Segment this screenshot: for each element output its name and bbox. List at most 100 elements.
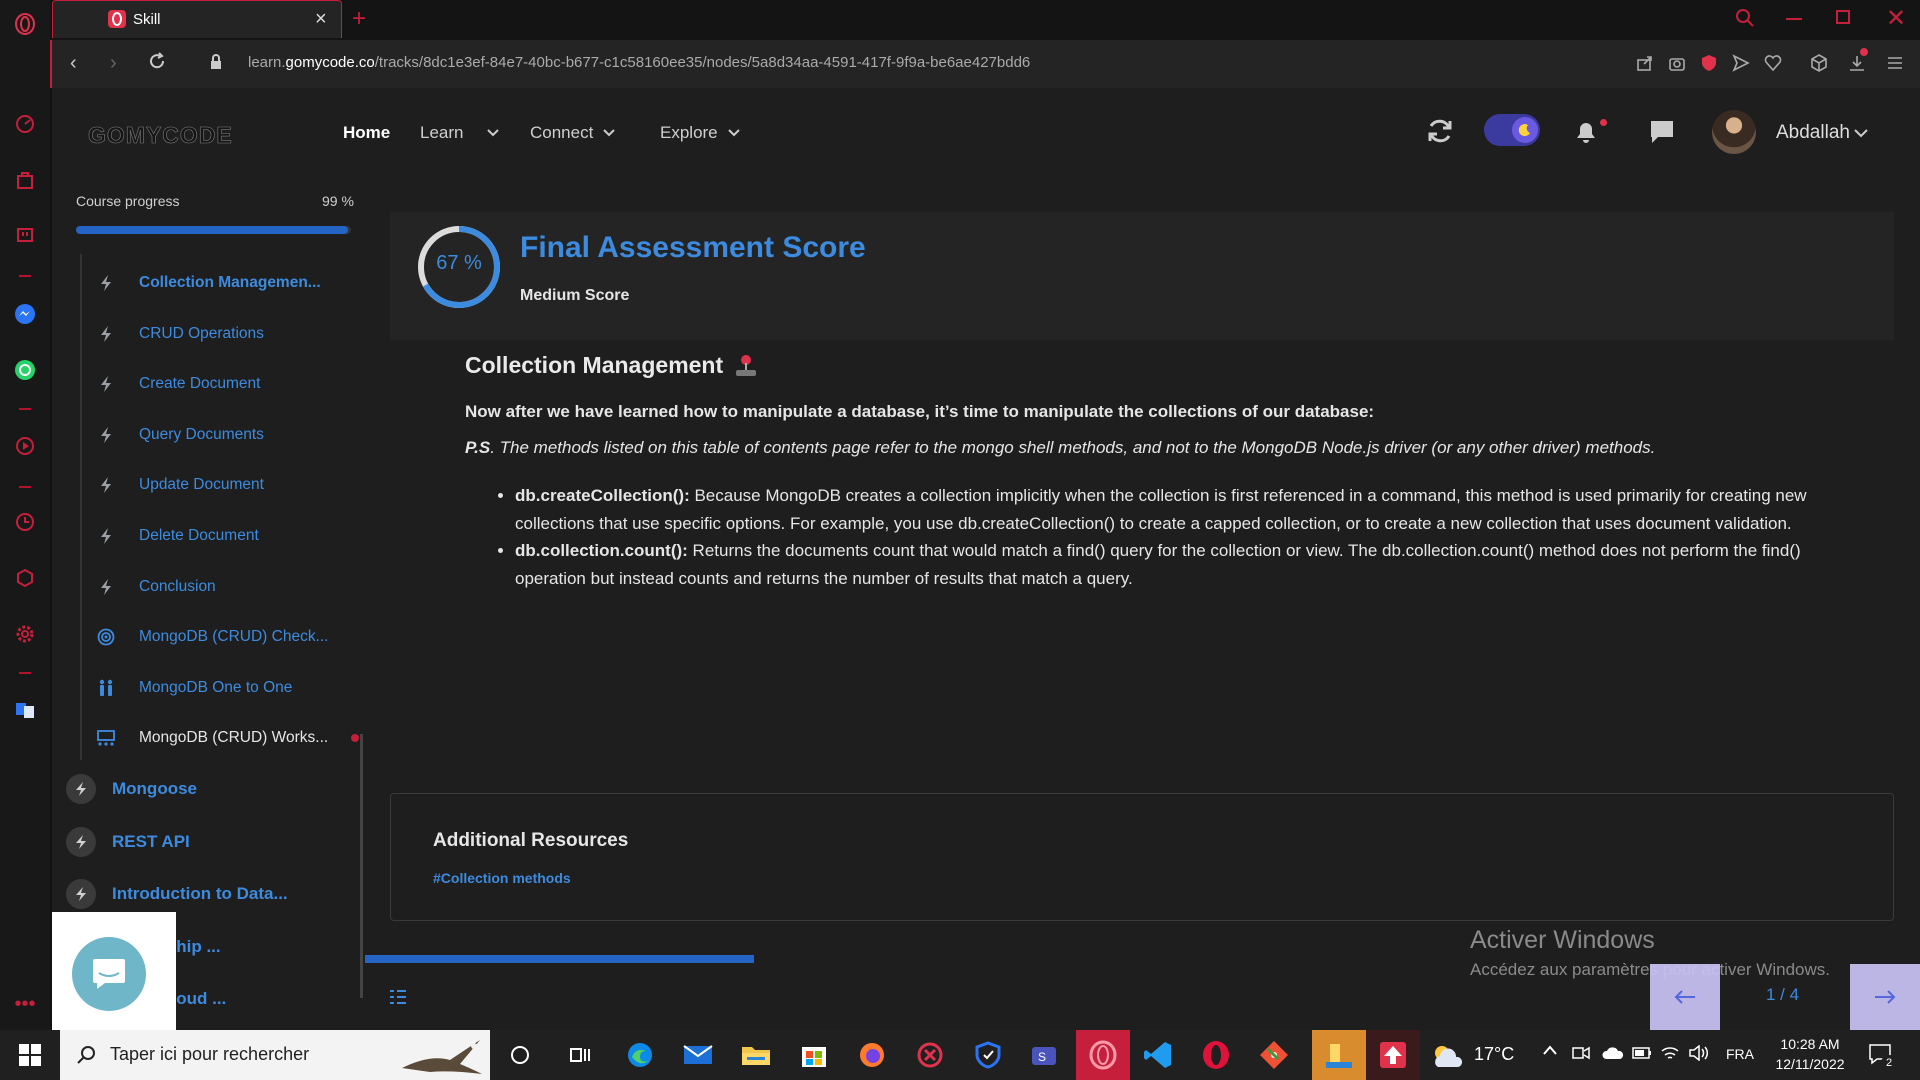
task-view-icon[interactable] <box>562 1037 598 1073</box>
sidebar-scrollbar[interactable] <box>360 734 363 998</box>
url-field[interactable]: learn.gomycode.co/tracks/8dc1e3ef-84e7-4… <box>248 54 1030 71</box>
mail-icon[interactable] <box>680 1037 716 1073</box>
sidebar-lesson-label: Conclusion <box>139 577 216 595</box>
messenger-icon[interactable] <box>13 302 37 326</box>
sidebar-chapter-item[interactable]: Introduction to Data... <box>66 879 288 910</box>
search-tabs-icon[interactable] <box>1735 8 1755 28</box>
settings-icon[interactable] <box>13 622 37 646</box>
twitch-icon[interactable] <box>13 224 37 248</box>
weather-temp[interactable]: 17°C <box>1474 1044 1514 1065</box>
whatsapp-icon[interactable] <box>13 358 37 382</box>
teams-icon[interactable]: S <box>1026 1037 1062 1073</box>
next-button[interactable] <box>1850 964 1920 1030</box>
sidebar-lesson-item[interactable]: Delete Document <box>95 521 259 551</box>
sidebar-lesson-item[interactable]: CRUD Operations <box>95 319 264 349</box>
taskbar-search-box[interactable]: Taper ici pour rechercher <box>60 1030 490 1080</box>
file-explorer-icon[interactable] <box>738 1037 774 1073</box>
course-progress-value: 99 % <box>322 193 354 209</box>
gomycode-logo[interactable]: GOMYCODE <box>88 122 233 149</box>
sidebar-chapter-item[interactable]: Mongoose <box>66 774 197 804</box>
input-language[interactable]: FRA <box>1726 1046 1754 1062</box>
weather-cloud-icon[interactable] <box>1430 1043 1464 1069</box>
microsoft-store-icon[interactable] <box>796 1037 832 1073</box>
more-icon[interactable]: ••• <box>13 992 37 1016</box>
close-tab-icon[interactable]: × <box>315 9 327 29</box>
vscode-icon[interactable] <box>1140 1037 1176 1073</box>
edge-icon[interactable] <box>622 1037 658 1073</box>
translator-icon[interactable] <box>13 698 37 722</box>
git-icon[interactable] <box>1256 1037 1292 1073</box>
list-item: db.collection.count(): Returns the docum… <box>515 537 1815 592</box>
lesson-tree-line <box>80 254 82 760</box>
method-description: Returns the documents count that would m… <box>515 541 1801 588</box>
sidebar-chapter-label: REST API <box>112 831 190 851</box>
nav-learn[interactable]: Learn <box>420 123 500 143</box>
forward-icon[interactable]: › <box>110 52 117 75</box>
cube-icon[interactable] <box>1810 54 1828 72</box>
nav-connect[interactable]: Connect <box>530 123 616 143</box>
show-hidden-icons[interactable] <box>1542 1044 1558 1056</box>
support-chat-button[interactable] <box>72 937 146 1011</box>
resource-link[interactable]: #Collection methods <box>433 870 571 886</box>
upload-app-taskbar-active[interactable] <box>1366 1030 1420 1080</box>
speed-dial-icon[interactable] <box>13 112 37 136</box>
sidebar-lesson-item[interactable]: MongoDB (CRUD) Works... <box>95 723 328 753</box>
sidebar-lesson-item[interactable]: Conclusion <box>95 572 216 602</box>
download-icon[interactable] <box>1848 54 1866 72</box>
vpn-shield-icon[interactable] <box>970 1037 1006 1073</box>
wifi-icon[interactable] <box>1660 1044 1680 1062</box>
antivirus-icon[interactable] <box>912 1037 948 1073</box>
chat-icon[interactable] <box>1648 118 1676 146</box>
sidebar-lesson-item[interactable]: Update Document <box>95 470 264 500</box>
file-manager-taskbar-active[interactable] <box>1312 1030 1366 1080</box>
nav-home[interactable]: Home <box>343 123 390 143</box>
opera-icon[interactable] <box>1198 1037 1234 1073</box>
adblock-icon[interactable] <box>1700 54 1718 72</box>
player-icon[interactable] <box>13 434 37 458</box>
meet-now-icon[interactable] <box>1572 1045 1590 1061</box>
sidebar-separator <box>19 486 31 488</box>
sidebar-lesson-item[interactable]: MongoDB One to One <box>95 673 292 703</box>
cortana-icon[interactable] <box>502 1037 538 1073</box>
sidebar-lesson-item[interactable]: Create Document <box>95 369 260 399</box>
close-window-icon[interactable]: ✕ <box>1886 4 1906 33</box>
sidebar-lesson-item[interactable]: MongoDB (CRUD) Check... <box>95 622 329 652</box>
sync-icon[interactable] <box>1426 117 1454 145</box>
clock[interactable]: 10:28 AM 12/11/2022 <box>1770 1034 1850 1074</box>
battery-icon[interactable] <box>1632 1046 1652 1060</box>
minimize-icon[interactable] <box>1786 18 1802 20</box>
sidebar-lesson-label: Update Document <box>139 476 264 494</box>
table-of-contents-icon[interactable] <box>388 988 408 1006</box>
onedrive-icon[interactable] <box>1602 1046 1624 1060</box>
dark-mode-toggle[interactable] <box>1484 114 1540 146</box>
opera-gx-taskbar-active[interactable] <box>1076 1030 1130 1080</box>
lock-icon[interactable] <box>210 54 222 70</box>
moon-icon <box>1512 117 1538 143</box>
tab-active[interactable]: Skill × <box>52 0 342 38</box>
history-icon[interactable] <box>13 510 37 534</box>
search-placeholder: Taper ici pour rechercher <box>110 1044 310 1064</box>
volume-icon[interactable] <box>1688 1045 1710 1061</box>
avatar[interactable] <box>1712 110 1756 154</box>
heart-icon[interactable] <box>1764 54 1782 72</box>
previous-button[interactable] <box>1650 964 1720 1030</box>
easy-setup-icon[interactable] <box>1886 54 1904 72</box>
reload-icon[interactable] <box>148 52 166 70</box>
shopping-bag-icon[interactable] <box>13 168 37 192</box>
notification-bell-icon[interactable] <box>1573 118 1599 146</box>
firefox-icon[interactable] <box>854 1037 890 1073</box>
nav-explore[interactable]: Explore <box>660 123 740 143</box>
opera-logo-icon[interactable] <box>13 12 37 36</box>
user-menu[interactable]: Abdallah <box>1776 122 1868 144</box>
restore-icon[interactable] <box>1836 10 1850 24</box>
share-icon[interactable] <box>1636 54 1654 72</box>
sidebar-lesson-item[interactable]: Query Documents <box>95 420 264 450</box>
back-icon[interactable]: ‹ <box>70 52 77 75</box>
windows-start-icon[interactable] <box>12 1037 48 1073</box>
new-tab-icon[interactable]: + <box>352 5 366 33</box>
sidebar-lesson-item[interactable]: Collection Managemen... <box>95 268 321 298</box>
send-icon[interactable] <box>1732 54 1750 72</box>
sidebar-chapter-item[interactable]: REST API <box>66 826 190 857</box>
extensions-icon[interactable] <box>13 566 37 590</box>
snapshot-icon[interactable] <box>1668 54 1686 72</box>
